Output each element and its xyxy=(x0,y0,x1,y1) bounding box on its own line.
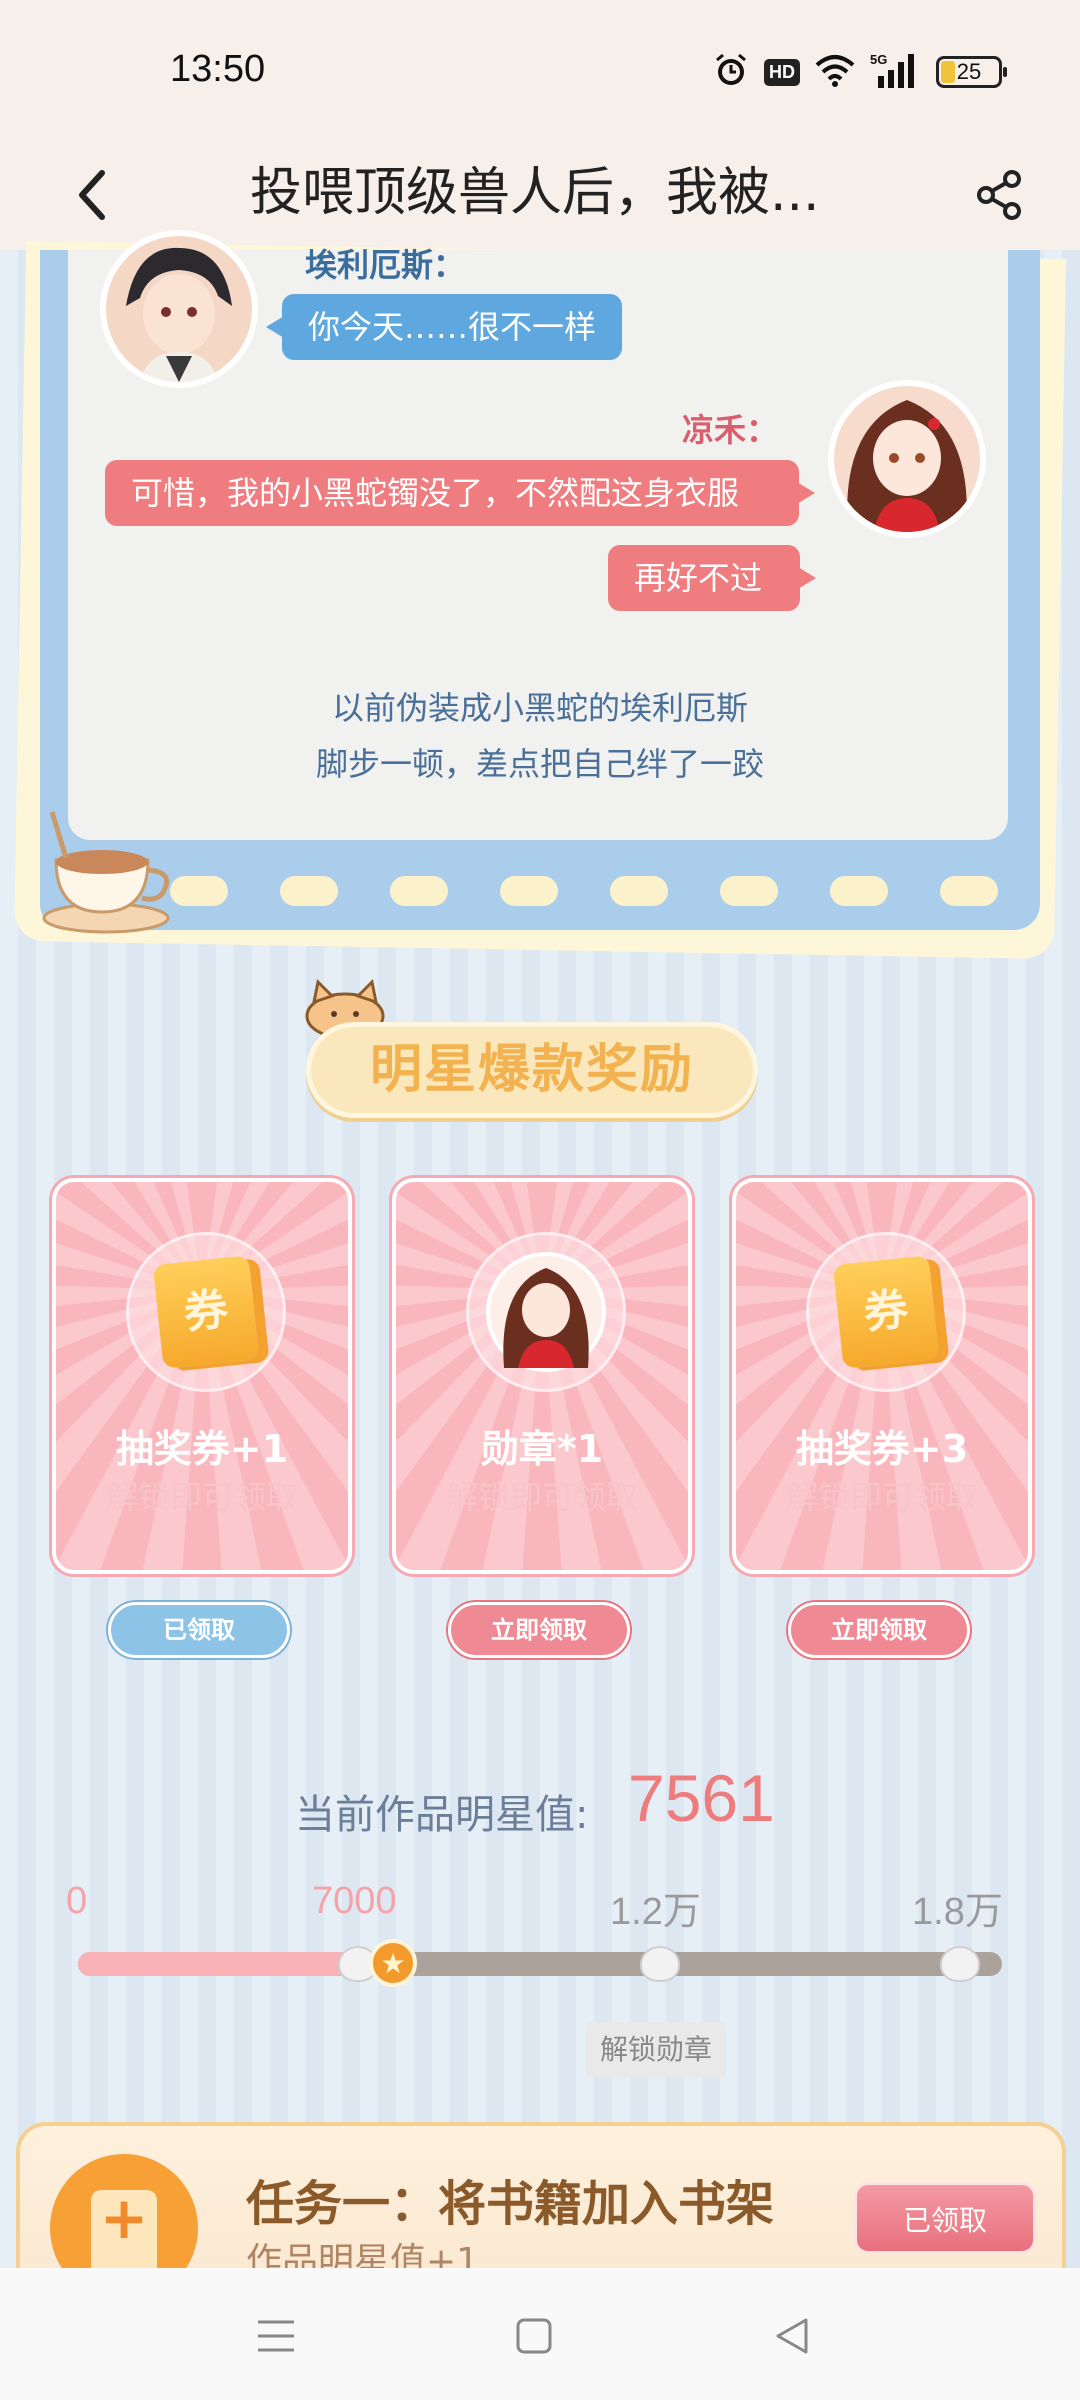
star-progress-knob-icon: ★ xyxy=(369,1939,417,1987)
reward-card-ticket-3[interactable]: 券 抽奖券+3 解锁即可领取 xyxy=(732,1178,1032,1574)
battery-icon: 25 xyxy=(936,56,1007,88)
task-claimed-button[interactable]: 已领取 xyxy=(854,2182,1036,2254)
share-icon xyxy=(977,170,1021,220)
home-square-icon xyxy=(516,2318,552,2354)
status-icons: HD 5G 25 xyxy=(712,51,1007,93)
speech-bubble-female: 可惜，我的小黑蛇镯没了，不然配这身衣服 xyxy=(105,460,815,526)
status-time: 13:50 xyxy=(170,48,266,90)
ticket-icon: 券 xyxy=(832,1255,940,1369)
reward-icon-container xyxy=(466,1232,626,1392)
back-button[interactable] xyxy=(52,155,132,235)
chevron-left-icon xyxy=(79,170,105,220)
male-character-avatar xyxy=(100,230,258,388)
reward-name: 抽奖券+3 xyxy=(795,1427,969,1471)
reward-card-ticket-1[interactable]: 券 抽奖券+1 解锁即可领取 xyxy=(52,1178,352,1574)
claimed-button[interactable]: 已领取 xyxy=(108,1602,290,1658)
ticket-icon: 券 xyxy=(152,1255,260,1369)
progress-tick-label: 7000 xyxy=(312,1880,397,1922)
star-value-label: 当前作品明星值: xyxy=(295,1792,589,1838)
female-character-avatar xyxy=(828,380,986,538)
system-back-button[interactable] xyxy=(762,2306,822,2366)
back-triangle-icon xyxy=(776,2318,808,2354)
reward-icon-container: 券 xyxy=(806,1232,966,1392)
reward-hint: 解锁即可领取 xyxy=(785,1478,978,1516)
speaker-name-female: 凉禾： xyxy=(681,411,778,449)
narration-text: 以前伪装成小黑蛇的埃利厄斯 脚步一顿，差点把自己绊了一跤 xyxy=(160,680,920,792)
status-bar: 13:50 HD 5G 25 xyxy=(0,0,1080,135)
progress-tick-label: 1.2万 xyxy=(610,1891,701,1933)
reward-name: 勋章*1 xyxy=(480,1427,604,1471)
star-progress-bar xyxy=(78,1952,1002,1976)
cellular-signal-icon: 5G xyxy=(870,52,922,92)
svg-text:5G: 5G xyxy=(870,52,887,67)
film-strip-decoration xyxy=(170,876,1020,910)
unlock-medal-tag: 解锁勋章 xyxy=(586,2022,726,2078)
home-button[interactable] xyxy=(504,2306,564,2366)
hd-icon: HD xyxy=(764,58,800,86)
page-title: 投喂顶级兽人后，我被... xyxy=(250,163,820,223)
menu-icon xyxy=(258,2320,294,2352)
reward-hint: 解锁即可领取 xyxy=(445,1478,638,1516)
speech-bubble-male: 你今天……很不一样 xyxy=(265,294,623,360)
recent-apps-button[interactable] xyxy=(246,2306,306,2366)
milestone-mouse-icon xyxy=(640,1946,680,1982)
alarm-icon xyxy=(712,51,750,93)
claim-now-button[interactable]: 立即领取 xyxy=(448,1602,630,1658)
star-value: 7561 xyxy=(628,1761,775,1835)
reward-icon-container: 券 xyxy=(126,1232,286,1392)
progress-tick-label: 0 xyxy=(66,1880,88,1922)
reward-name: 抽奖券+1 xyxy=(115,1427,289,1471)
wifi-icon xyxy=(814,53,856,91)
milestone-mouse-icon xyxy=(940,1946,980,1982)
system-navigation-bar xyxy=(0,2268,1080,2400)
share-button[interactable] xyxy=(960,155,1040,235)
add-to-shelf-icon xyxy=(50,2154,198,2278)
task-card: 任务一：将书籍加入书架 作品明星值+1 已领取 xyxy=(16,2122,1066,2282)
speaker-name-male: 埃利厄斯： xyxy=(305,246,466,284)
star-progress-fill xyxy=(78,1952,374,1976)
narration-line: 脚步一顿，差点把自己绊了一跤 xyxy=(315,745,764,783)
reward-section-title: 明星爆款奖励 xyxy=(306,1022,758,1118)
medal-portrait-icon xyxy=(486,1252,606,1372)
task-title: 任务一：将书籍加入书架 xyxy=(246,2176,775,2232)
reward-hint: 解锁即可领取 xyxy=(105,1478,298,1516)
coffee-cup-decoration xyxy=(30,800,190,940)
narration-line: 以前伪装成小黑蛇的埃利厄斯 xyxy=(331,689,748,727)
speech-bubble-female-continued: 再好不过 xyxy=(608,545,816,611)
claim-now-button[interactable]: 立即领取 xyxy=(788,1602,970,1658)
reward-card-medal[interactable]: 勋章*1 解锁即可领取 xyxy=(392,1178,692,1574)
progress-tick-label: 1.8万 xyxy=(912,1891,1003,1933)
